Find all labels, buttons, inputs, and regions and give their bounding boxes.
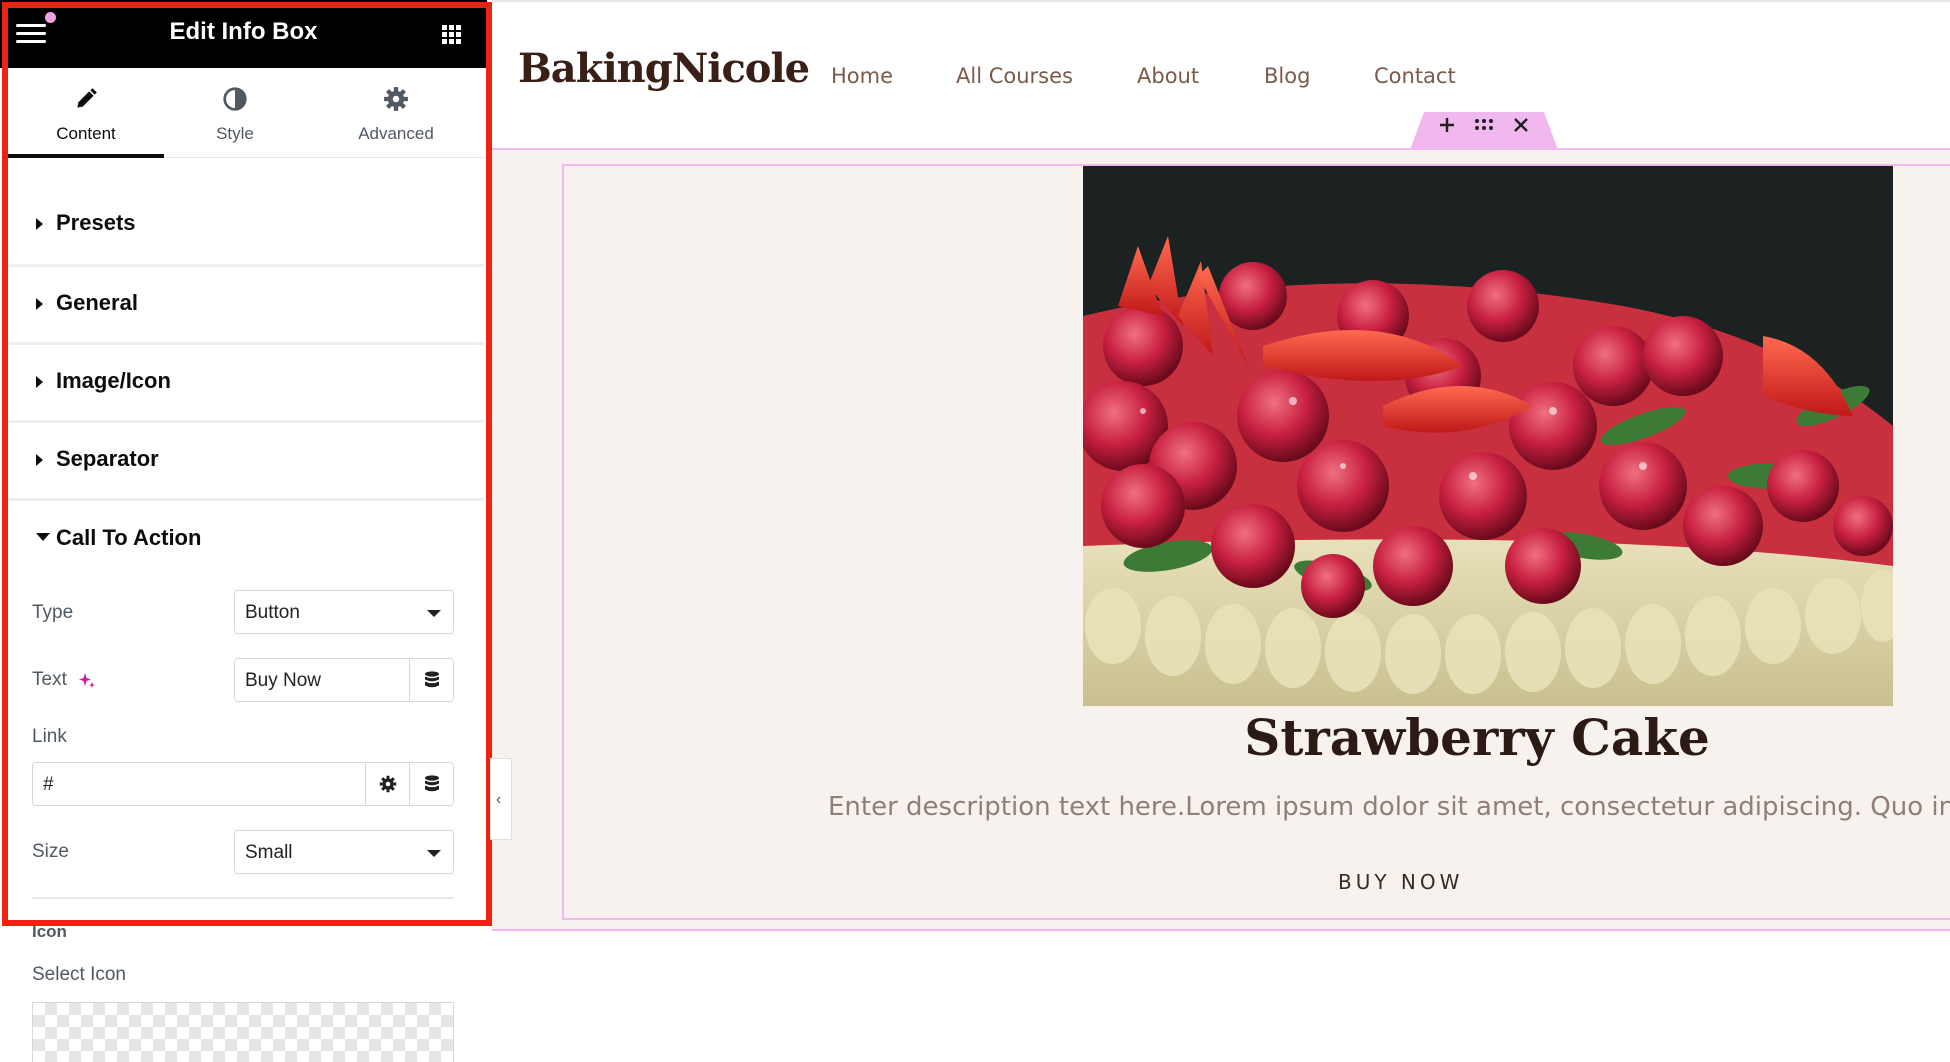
tab-advanced[interactable]: Advanced: [316, 68, 476, 158]
type-label: Type: [32, 602, 74, 623]
card-description: Enter description text here.Lorem ipsum …: [828, 792, 1950, 822]
section-separator-label: Separator: [56, 446, 159, 471]
chevron-down-icon: [427, 610, 441, 617]
type-select[interactable]: Button: [234, 590, 454, 634]
caret-down-icon: [36, 533, 50, 541]
nav-all-courses[interactable]: All Courses: [956, 64, 1073, 88]
top-border: [492, 0, 1950, 2]
card-title: Strawberry Cake: [1244, 708, 1710, 767]
collapse-panel-handle[interactable]: ‹: [490, 758, 512, 840]
caret-right-icon: [36, 218, 43, 230]
cta-text-input[interactable]: Buy Now: [234, 658, 454, 702]
database-icon: [425, 671, 439, 688]
section-presets[interactable]: Presets: [8, 190, 484, 267]
select-icon-label: Select Icon: [32, 964, 126, 985]
caret-right-icon: [36, 298, 43, 310]
size-select[interactable]: Small: [234, 830, 454, 874]
cake-image[interactable]: [1083, 166, 1893, 706]
tab-style[interactable]: Style: [164, 68, 306, 158]
tab-content-label: Content: [56, 124, 116, 143]
cta-text-value: Buy Now: [245, 670, 322, 691]
section-toolbar: [1410, 112, 1558, 150]
link-options-button[interactable]: [365, 763, 409, 805]
section-image-icon-label: Image/Icon: [56, 368, 171, 393]
nav-blog[interactable]: Blog: [1264, 64, 1310, 88]
tab-style-label: Style: [216, 124, 254, 143]
plus-icon[interactable]: [1434, 112, 1460, 138]
ai-sparkle-icon[interactable]: [77, 671, 97, 691]
tab-content[interactable]: Content: [8, 68, 164, 158]
nav-home[interactable]: Home: [831, 64, 893, 88]
section-cta-label: Call To Action: [56, 525, 202, 550]
half-circle-icon: [223, 87, 247, 111]
section-call-to-action[interactable]: Call To Action: [8, 501, 484, 577]
drag-dots-icon[interactable]: [1471, 112, 1497, 138]
link-label: Link: [32, 726, 67, 747]
buy-now-button[interactable]: BUY NOW: [1338, 870, 1463, 894]
widgets-grid-icon[interactable]: [442, 25, 462, 45]
chevron-down-icon: [427, 850, 441, 857]
site-preview: BakingNicole Home All Courses About Blog…: [490, 0, 1950, 1062]
chevron-left-icon: ‹: [496, 791, 502, 808]
nav-about[interactable]: About: [1137, 64, 1199, 88]
panel-tabs: Content Style Advanced: [0, 68, 487, 158]
section-presets-label: Presets: [56, 210, 136, 235]
caret-right-icon: [36, 454, 43, 466]
gear-icon: [379, 775, 397, 793]
tab-advanced-label: Advanced: [358, 124, 434, 143]
size-select-value: Small: [245, 842, 293, 863]
icon-heading: Icon: [32, 922, 67, 941]
dynamic-tags-button[interactable]: [409, 763, 453, 805]
section-outline-top: [492, 148, 1950, 150]
close-icon[interactable]: [1508, 112, 1534, 138]
pencil-icon: [77, 88, 97, 108]
type-select-value: Button: [245, 602, 300, 623]
editor-panel: Edit Info Box Content Style Advanced Pre…: [0, 0, 492, 1062]
database-icon: [425, 775, 439, 792]
section-outline-bottom: [492, 929, 1950, 931]
panel-title: Edit Info Box: [169, 18, 318, 45]
link-input[interactable]: #: [32, 762, 454, 806]
section-general[interactable]: General: [8, 267, 484, 345]
icon-picker-preview[interactable]: [32, 1002, 454, 1062]
site-logo[interactable]: BakingNicole: [518, 45, 810, 92]
text-label: Text: [32, 669, 67, 690]
dynamic-tags-button[interactable]: [409, 659, 453, 701]
panel-header: Edit Info Box: [0, 0, 487, 68]
divider: [32, 897, 454, 899]
gear-icon: [384, 87, 408, 111]
nav-contact[interactable]: Contact: [1374, 64, 1456, 88]
section-separator[interactable]: Separator: [8, 423, 484, 501]
section-image-icon[interactable]: Image/Icon: [8, 345, 484, 423]
link-value: #: [43, 774, 54, 795]
size-label: Size: [32, 841, 69, 862]
section-general-label: General: [56, 290, 138, 315]
caret-right-icon: [36, 376, 43, 388]
active-tab-indicator: [8, 154, 164, 158]
